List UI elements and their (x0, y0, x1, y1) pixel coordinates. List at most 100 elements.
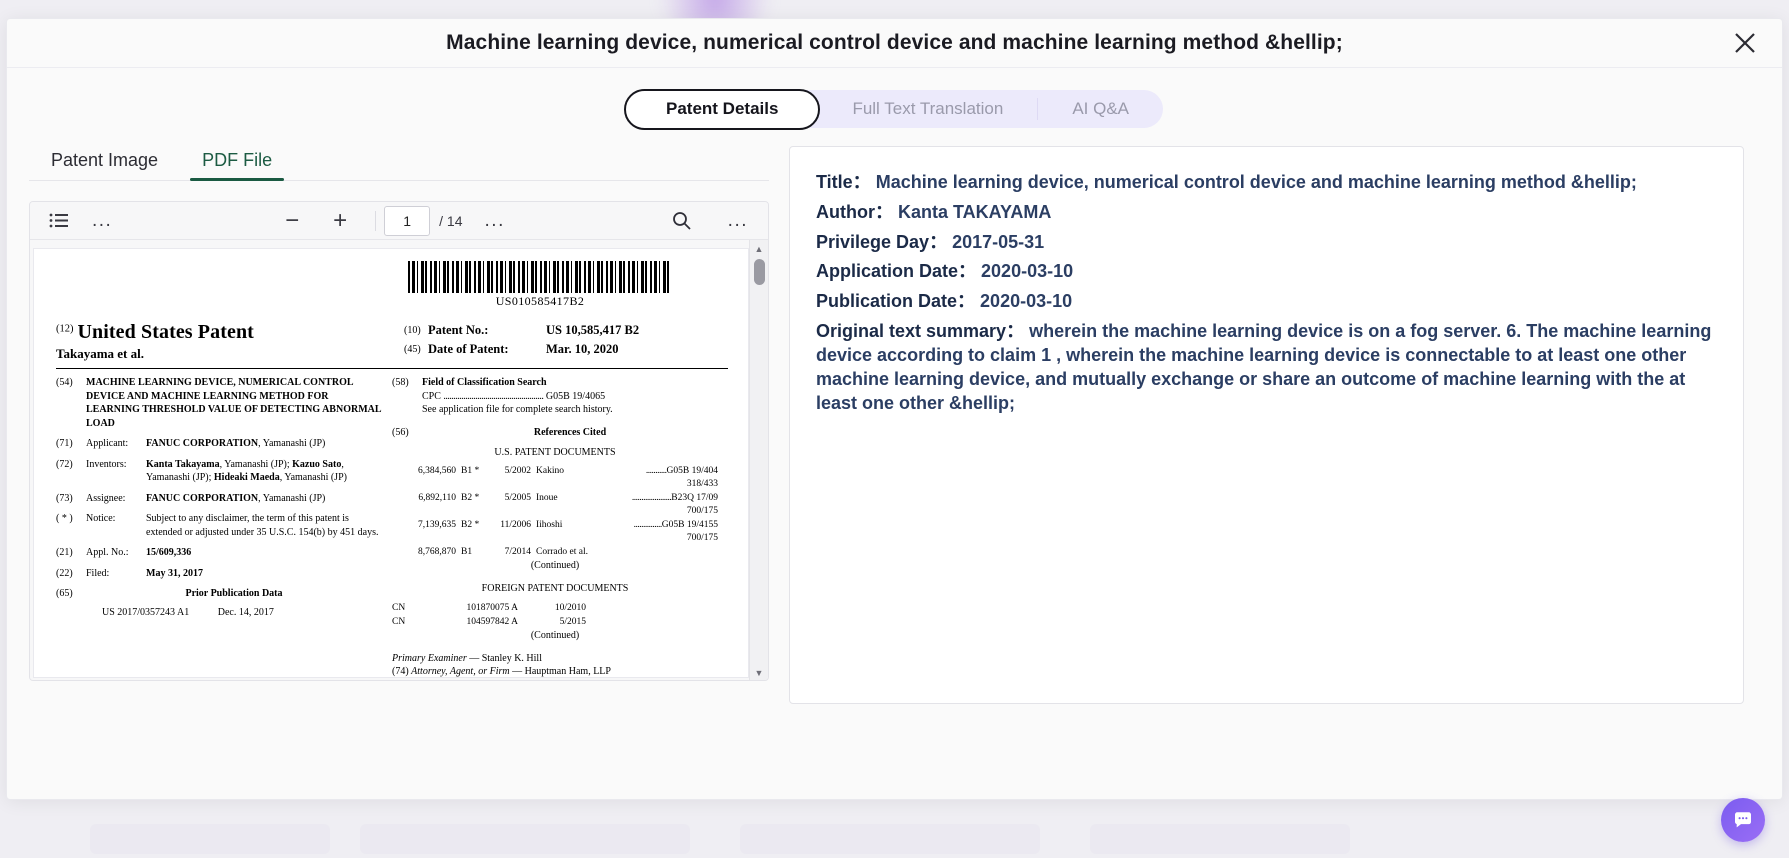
table-row: CN 104597842 A 5/2015 (392, 615, 718, 629)
field-45-number: (45) (404, 343, 421, 355)
background-card (90, 824, 330, 854)
patent-no-label: Patent No.: (428, 323, 489, 337)
field-58: (58) Field of Classification Search CPC … (392, 376, 718, 417)
chat-bubble-icon[interactable] (1721, 798, 1765, 842)
patent-author-line: Takayama et al. (56, 346, 144, 361)
right-pane: Title： Machine learning device, numerica… (769, 146, 1766, 704)
info-summary-row: Original text summary： wherein the machi… (816, 320, 1717, 416)
foreign-date: 10/2010 (554, 602, 586, 613)
patent-columns: (54) MACHINE LEARNING DEVICE, NUMERICAL … (56, 376, 728, 678)
subtab-patent-image[interactable]: Patent Image (29, 146, 180, 180)
patent-column-right: (58) Field of Classification Search CPC … (392, 376, 728, 678)
pdf-toolbar: ... − + / 14 ... (30, 202, 768, 240)
ref-class: G05B 19/4155 (661, 519, 718, 530)
barcode-number: US010585417B2 (495, 294, 585, 308)
field-65-body: Prior Publication Data US 2017/0357243 A… (86, 587, 382, 619)
info-privilege-row: Privilege Day： 2017-05-31 (816, 231, 1717, 255)
table-row: 7,139,635 B2 * 11/2006 Iihoshi .........… (392, 518, 718, 532)
ref-subclass: 700/175 (686, 532, 718, 543)
ref-class: G05B 19/404 (666, 465, 718, 476)
field-21: (21) Appl. No.: 15/609,336 (56, 546, 382, 560)
attorney-label: Attorney, Agent, or Firm (411, 666, 510, 678)
field-56-title: References Cited (533, 426, 607, 438)
info-title-label: Title： (816, 172, 871, 192)
ref-dots: ............... (633, 519, 663, 530)
scroll-up-icon[interactable]: ▲ (750, 240, 769, 257)
field-65-number: (65) (56, 588, 73, 599)
tab-patent-details[interactable]: Patent Details (624, 88, 821, 130)
left-pane: Patent Image PDF File ... − + 1 / 14 ...… (7, 146, 769, 704)
continued-label: (Continued) (530, 630, 580, 642)
field-72: (72) Inventors: Kanta Takayama, Yamanash… (56, 458, 382, 485)
close-icon[interactable] (1730, 28, 1760, 58)
field-58-cpc-key: CPC (422, 390, 441, 402)
scroll-down-icon[interactable]: ▼ (750, 664, 769, 680)
zoom-in-button[interactable]: + (323, 208, 357, 233)
ref-name: Corrado et al. (536, 546, 588, 557)
ref-subclass: 318/433 (686, 478, 718, 489)
field-notice-key: Notice: (86, 513, 116, 524)
subtab-pdf-file[interactable]: PDF File (180, 146, 294, 181)
patent-office-name: United States Patent (77, 321, 254, 343)
primary-examiner-label: Primary Examiner (392, 652, 467, 664)
modal-body: Patent Image PDF File ... − + 1 / 14 ...… (7, 146, 1782, 704)
patent-date-label: Date of Patent: (428, 341, 509, 356)
field-71-number: (71) (56, 438, 73, 449)
segmented-control: Patent Details Full Text Translation AI … (624, 88, 1163, 130)
info-publication-value: 2020-03-10 (980, 291, 1073, 311)
pdf-scrollbar[interactable]: ▲ ▼ (749, 240, 769, 680)
document-view-tabs: Patent Image PDF File (29, 146, 769, 181)
foreign-date: 5/2015 (559, 617, 586, 628)
tab-full-text-translation[interactable]: Full Text Translation (818, 90, 1037, 128)
inventor-1: Kanta Takayama (146, 458, 220, 470)
inventor-3: Hideaki Maeda (213, 472, 280, 483)
field-22: (22) Filed: May 31, 2017 (56, 567, 382, 581)
page-number-input[interactable] (384, 205, 431, 236)
toolbar-right-more-button[interactable]: ... (722, 211, 754, 230)
ref-name: Iihoshi (536, 519, 563, 530)
attorney-row: (74) Attorney, Agent, or Firm — Hauptman… (392, 665, 718, 678)
field-58-body: Field of Classification Search CPC .....… (422, 376, 718, 417)
assignee-name: FANUC CORPORATION (146, 492, 259, 504)
field-54-number: (54) (56, 377, 73, 388)
page-total-label: / 14 (439, 212, 463, 229)
patent-column-left: (54) MACHINE LEARNING DEVICE, NUMERICAL … (56, 376, 392, 677)
field-65-value: US 2017/0357243 A1 (102, 606, 190, 618)
ref-dots: ........... (645, 465, 667, 476)
field-58-cpc-dots: ........................................… (443, 390, 544, 402)
ref-number: 7,139,635 (418, 519, 456, 530)
field-65-date: Dec. 14, 2017 (217, 606, 274, 618)
ref-kind: B1 * (461, 465, 480, 476)
field-58-cpc-row: CPC ....................................… (422, 390, 718, 404)
field-58-note: See application file for complete search… (422, 404, 613, 415)
inventor-3-loc: , Yamanashi (JP) (279, 472, 347, 483)
ref-kind: B2 * (461, 519, 480, 530)
info-publication-row: Publication Date： 2020-03-10 (816, 290, 1717, 314)
scrollbar-thumb[interactable] (753, 259, 765, 285)
ref-number: 6,384,560 (418, 465, 456, 476)
field-56-number: (56) (392, 426, 409, 438)
tab-ai-qa[interactable]: AI Q&A (1038, 90, 1163, 128)
field-notice: ( * ) Notice: Subject to any disclaimer,… (56, 512, 382, 539)
patent-document: US010585417B2 (12) United States Patent … (34, 249, 748, 678)
zoom-out-button[interactable]: − (275, 208, 309, 233)
continued-label: (Continued) (530, 559, 580, 571)
field-58-title: Field of Classification Search (422, 377, 547, 388)
field-21-key: Appl. No.: (86, 547, 129, 558)
info-application-value: 2020-03-10 (981, 261, 1074, 282)
barcode-block: US010585417B2 (408, 261, 672, 309)
field-54-title: MACHINE LEARNING DEVICE, NUMERICAL CONTR… (86, 377, 381, 429)
list-icon[interactable] (44, 207, 72, 235)
page-more-button[interactable]: ... (479, 211, 511, 230)
field-73: (73) Assignee: FANUC CORPORATION, Yamana… (56, 492, 382, 506)
ref-name: Kakino (536, 465, 564, 476)
toolbar-left-more-button[interactable]: ... (86, 211, 118, 230)
patent-no-row: (10) Patent No.: US 10,585,417 B2 (404, 321, 728, 340)
assignee-loc: , Yamanashi (JP) (258, 492, 326, 504)
info-privilege-label: Privilege Day： (816, 231, 948, 252)
patent-office-block: (12) United States Patent Takayama et al… (56, 321, 404, 362)
attorney-value: — Hauptman Ham, LLP (512, 666, 611, 678)
primary-examiner-row: Primary Examiner — Stanley K. Hill (392, 652, 718, 666)
search-icon[interactable] (668, 207, 696, 235)
ref-number: 8,768,870 (418, 546, 456, 557)
